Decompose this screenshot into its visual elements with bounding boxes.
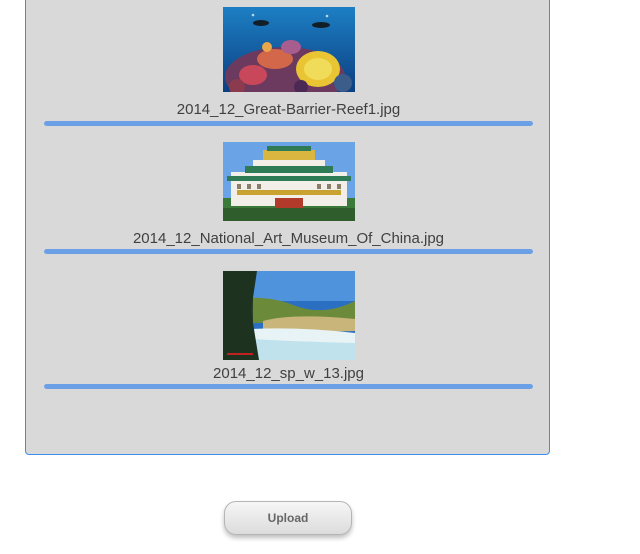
file-thumbnail	[223, 7, 355, 92]
file-item: 2014_12_Great-Barrier-Reef1.jpg	[44, 7, 533, 127]
file-name: 2014_12_Great-Barrier-Reef1.jpg	[176, 101, 401, 118]
file-drop-zone[interactable]: 2014_12_Great-Barrier-Reef1.jpg 2014_12_…	[25, 0, 550, 455]
upload-progress-fill	[44, 249, 533, 254]
upload-progress-bar	[44, 384, 533, 389]
upload-page: 2014_12_Great-Barrier-Reef1.jpg 2014_12_…	[0, 0, 640, 554]
file-thumbnail	[223, 142, 355, 221]
upload-progress-fill	[44, 384, 533, 389]
upload-button[interactable]: Upload	[224, 501, 352, 535]
file-item: 2014_12_National_Art_Museum_Of_China.jpg	[44, 142, 533, 258]
upload-progress-bar	[44, 249, 533, 254]
file-name: 2014_12_National_Art_Museum_Of_China.jpg	[132, 230, 445, 247]
file-name: 2014_12_sp_w_13.jpg	[213, 365, 364, 382]
upload-progress-fill	[44, 121, 533, 126]
file-thumbnail	[223, 271, 355, 360]
file-item: 2014_12_sp_w_13.jpg	[44, 271, 533, 401]
upload-progress-bar	[44, 121, 533, 126]
